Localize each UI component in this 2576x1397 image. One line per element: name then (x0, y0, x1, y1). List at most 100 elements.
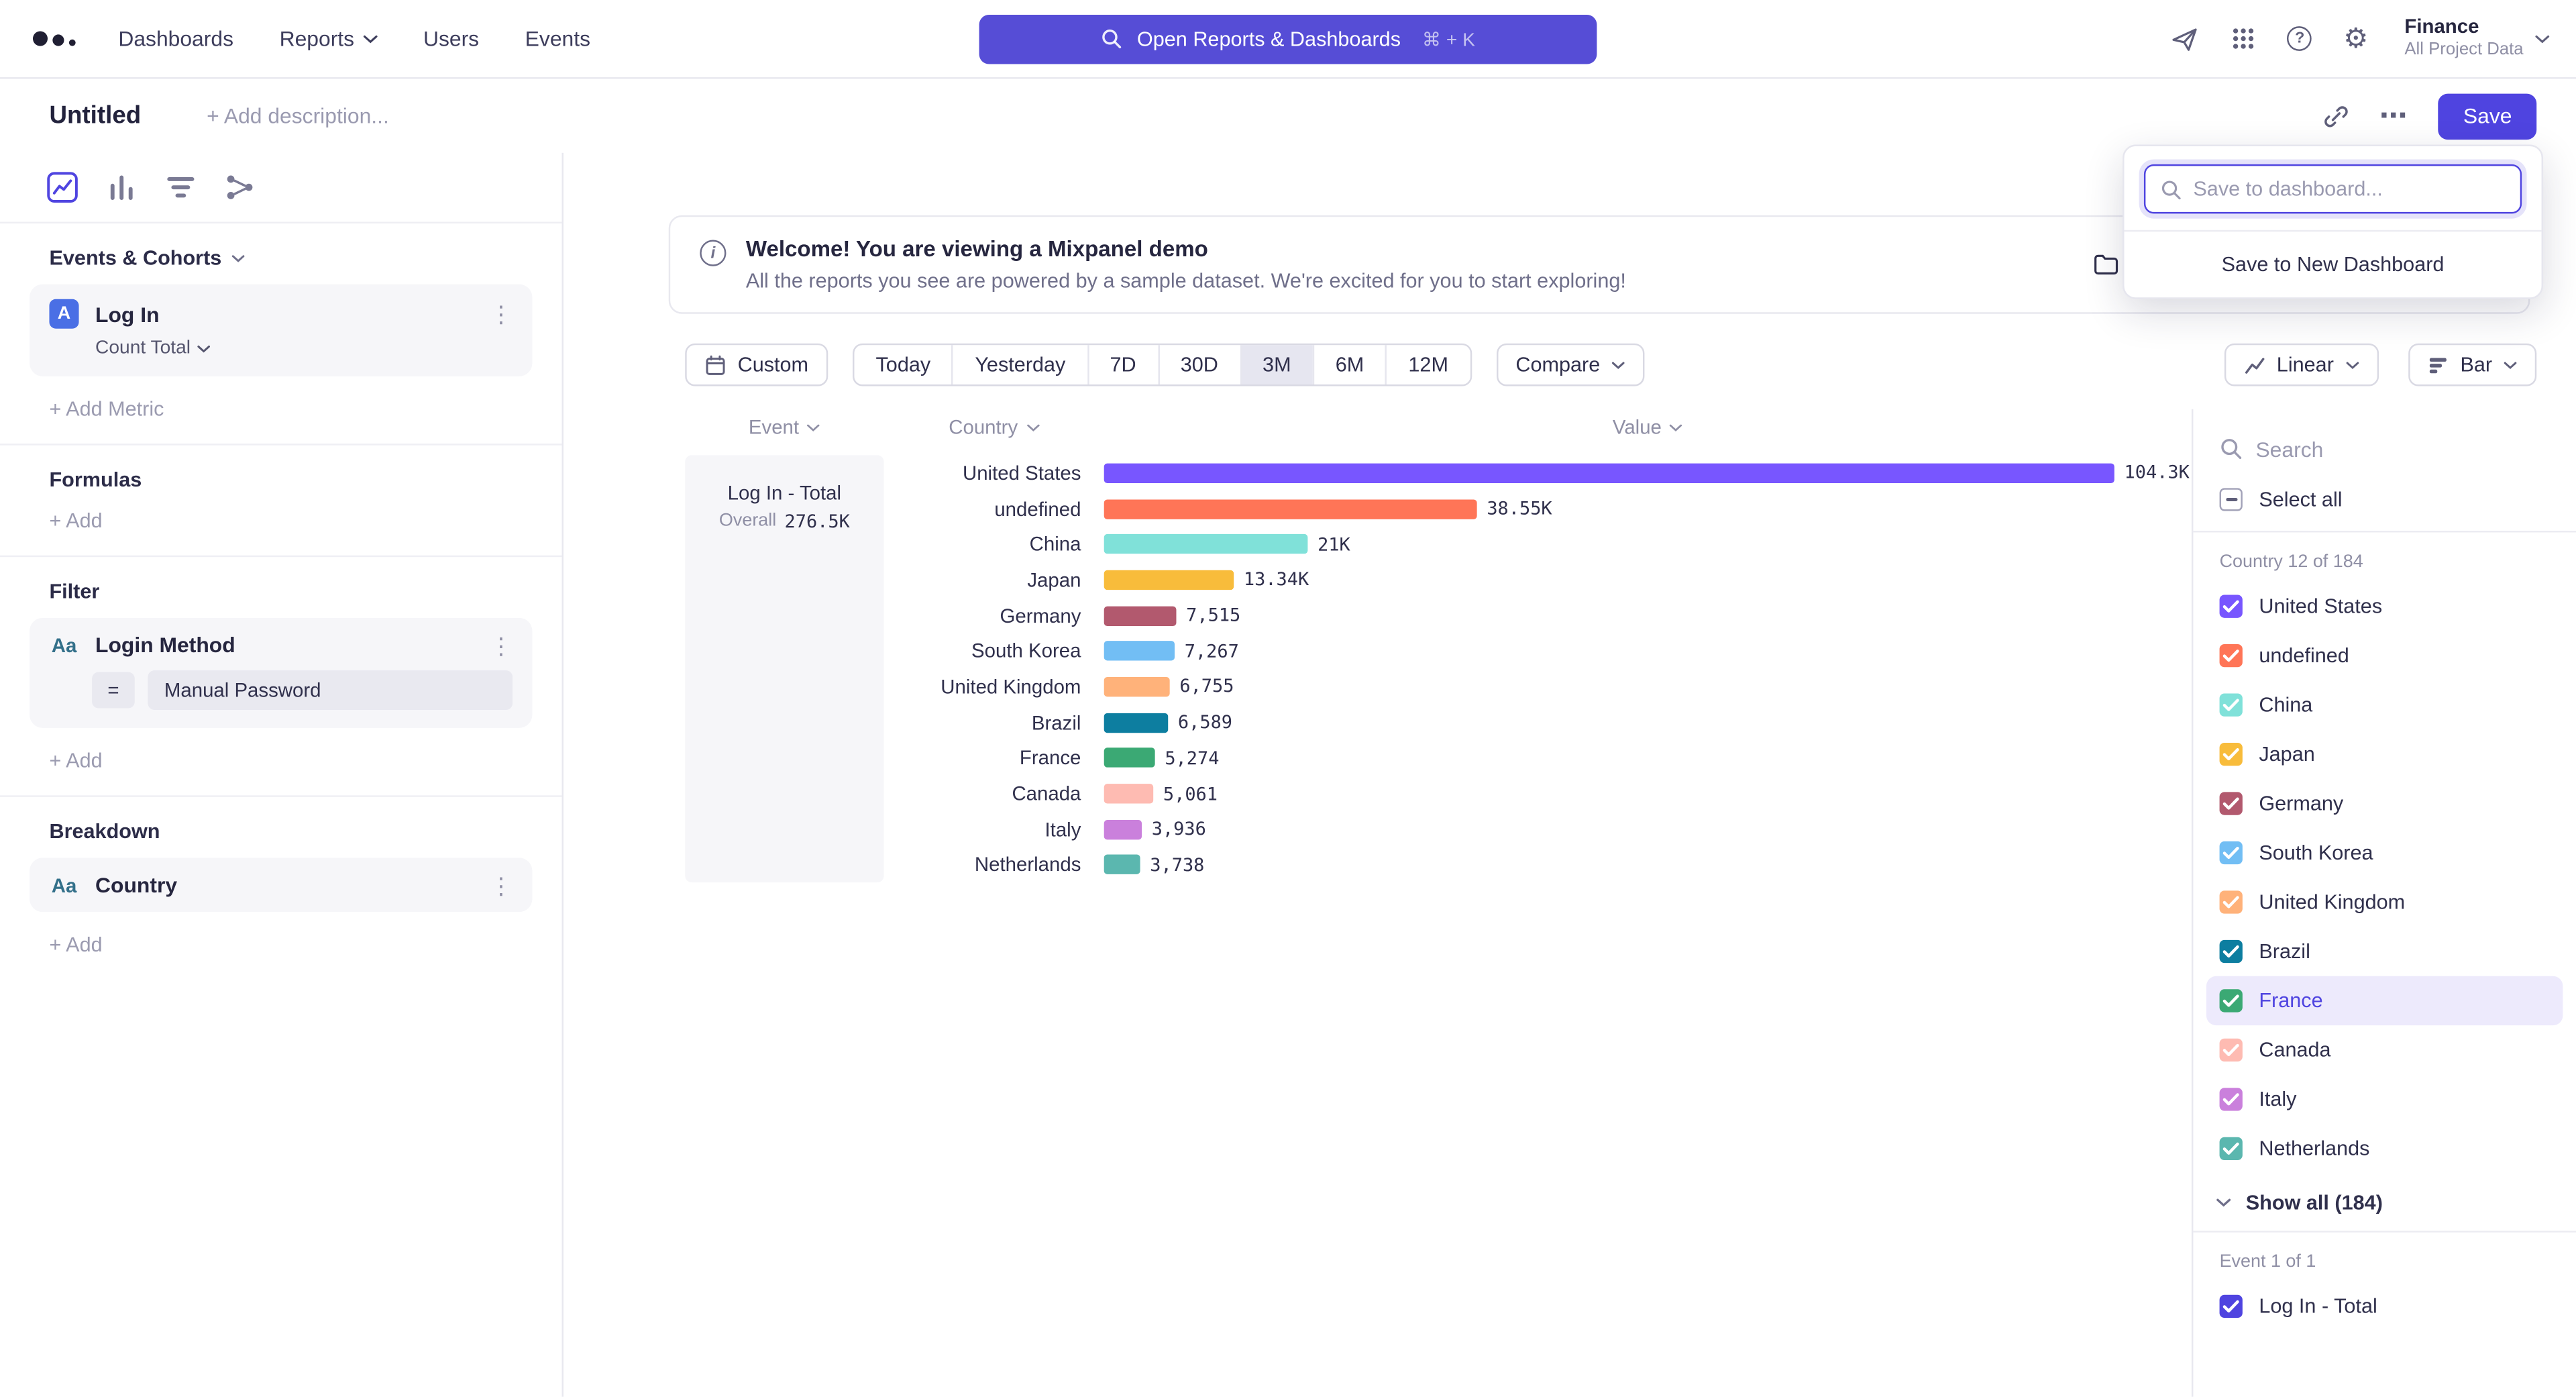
checked-checkbox[interactable] (2220, 1295, 2243, 1318)
scale-selector-button[interactable]: Linear (2224, 344, 2378, 386)
settings-gear-icon[interactable]: ⚙ (2343, 25, 2368, 53)
metric-card[interactable]: A Log In ⋮ Count Total (30, 284, 532, 376)
chevron-down-icon (2535, 34, 2550, 44)
kebab-menu-icon[interactable]: ⋮ (490, 303, 513, 325)
nav-events[interactable]: Events (525, 26, 590, 51)
bar-brazil[interactable] (1104, 713, 1169, 732)
legend-item-france[interactable]: France (2206, 976, 2563, 1025)
value-column-header[interactable]: Value (1104, 416, 2192, 439)
bar-germany[interactable] (1104, 606, 1177, 625)
more-options-icon[interactable]: ⋯ (2379, 99, 2409, 132)
country-column-header[interactable]: Country (884, 416, 1104, 439)
legend-item-canada[interactable]: Canada (2206, 1025, 2563, 1074)
chart-type-selector-button[interactable]: Bar (2408, 344, 2536, 386)
time-option-7d[interactable]: 7D (1087, 345, 1157, 384)
apps-grid-icon[interactable] (2232, 26, 2257, 51)
bar-zone: 5,061 (1104, 783, 2192, 805)
add-breakdown-button[interactable]: + Add (49, 933, 102, 956)
checked-checkbox[interactable] (2220, 743, 2243, 766)
value-header-label: Value (1613, 416, 1662, 439)
checked-checkbox[interactable] (2220, 792, 2243, 815)
legend-item-japan[interactable]: Japan (2206, 729, 2563, 778)
events-heading[interactable]: Events & Cohorts (49, 246, 513, 269)
legend-item-undefined[interactable]: undefined (2206, 631, 2563, 680)
legend-item-united-states[interactable]: United States (2206, 582, 2563, 631)
copy-link-icon[interactable] (2324, 103, 2350, 129)
mixpanel-logo-icon[interactable] (33, 32, 76, 46)
bar-netherlands[interactable] (1104, 855, 1140, 874)
event-column-header[interactable]: Event (685, 416, 883, 439)
save-to-new-dashboard-option[interactable]: Save to New Dashboard (2125, 231, 2542, 297)
global-search-button[interactable]: Open Reports & Dashboards ⌘ + K (979, 14, 1597, 63)
legend-item-brazil[interactable]: Brazil (2206, 927, 2563, 976)
checked-checkbox[interactable] (2220, 644, 2243, 667)
bar-canada[interactable] (1104, 784, 1153, 803)
checked-checkbox[interactable] (2220, 693, 2243, 716)
bar-chart-tab[interactable] (105, 171, 138, 204)
breakdown-card[interactable]: Aa Country ⋮ (30, 858, 532, 912)
indeterminate-checkbox[interactable] (2220, 488, 2243, 511)
time-option-6m[interactable]: 6M (1312, 345, 1385, 384)
kebab-menu-icon[interactable]: ⋮ (490, 874, 513, 896)
checked-checkbox[interactable] (2220, 841, 2243, 864)
checked-checkbox[interactable] (2220, 595, 2243, 618)
bar-undefined[interactable] (1104, 499, 1477, 518)
save-dashboard-input[interactable] (2193, 177, 2505, 200)
legend-item-netherlands[interactable]: Netherlands (2206, 1124, 2563, 1173)
select-all-row[interactable]: Select all (2193, 478, 2576, 531)
time-option-12m[interactable]: 12M (1385, 345, 1470, 384)
save-button[interactable]: Save (2438, 93, 2536, 139)
legend-item-germany[interactable]: Germany (2206, 779, 2563, 828)
bar-south-korea[interactable] (1104, 641, 1175, 661)
legend-item-china[interactable]: China (2206, 680, 2563, 729)
filter-value-chip[interactable]: Manual Password (148, 670, 513, 710)
checked-checkbox[interactable] (2220, 890, 2243, 913)
insights-chart-tab[interactable] (46, 171, 79, 204)
kebab-menu-icon[interactable]: ⋮ (490, 633, 513, 656)
bar-united-states[interactable] (1104, 463, 2114, 482)
legend-item-south-korea[interactable]: South Korea (2206, 828, 2563, 877)
breakdown-property-name[interactable]: Country (95, 872, 473, 897)
help-icon[interactable]: ? (2288, 26, 2312, 51)
checked-checkbox[interactable] (2220, 989, 2243, 1012)
checked-checkbox[interactable] (2220, 940, 2243, 963)
time-option-30d[interactable]: 30D (1157, 345, 1239, 384)
bar-japan[interactable] (1104, 570, 1234, 590)
time-range-segmented-control: TodayYesterday7D30D3M6M12M (853, 344, 1471, 386)
checked-checkbox[interactable] (2220, 1039, 2243, 1062)
add-metric-button[interactable]: + Add Metric (49, 398, 164, 421)
report-title[interactable]: Untitled (49, 102, 141, 130)
event-name[interactable]: Log In (95, 301, 473, 326)
bar-china[interactable] (1104, 534, 1308, 554)
share-feedback-icon[interactable] (2171, 24, 2200, 54)
aggregation-selector[interactable]: Count Total (95, 338, 513, 358)
custom-date-range-button[interactable]: Custom (685, 344, 828, 386)
add-description[interactable]: + Add description... (207, 103, 389, 128)
filter-card[interactable]: Aa Login Method ⋮ = Manual Password (30, 618, 532, 728)
flows-chart-tab[interactable] (223, 171, 256, 204)
legend-item-united-kingdom[interactable]: United Kingdom (2206, 878, 2563, 927)
checked-checkbox[interactable] (2220, 1088, 2243, 1110)
show-all-button[interactable]: Show all (184) (2193, 1174, 2576, 1231)
filter-operator-chip[interactable]: = (92, 672, 135, 709)
checked-checkbox[interactable] (2220, 1137, 2243, 1160)
legend-item-log-in-total[interactable]: Log In - Total (2206, 1282, 2563, 1331)
funnel-chart-tab[interactable] (164, 171, 197, 204)
bar-united-kingdom[interactable] (1104, 677, 1170, 696)
time-option-today[interactable]: Today (855, 345, 952, 384)
filter-property-name[interactable]: Login Method (95, 633, 473, 658)
nav-dashboards[interactable]: Dashboards (118, 26, 233, 51)
project-selector[interactable]: Finance All Project Data (2404, 15, 2549, 62)
legend-item-italy[interactable]: Italy (2206, 1075, 2563, 1124)
country-label: China (884, 533, 1104, 556)
add-filter-button[interactable]: + Add (49, 749, 102, 772)
nav-reports[interactable]: Reports (280, 26, 378, 51)
bar-italy[interactable] (1104, 819, 1142, 839)
time-option-3m[interactable]: 3M (1240, 345, 1313, 384)
bar-france[interactable] (1104, 748, 1155, 768)
legend-search-input[interactable] (2255, 436, 2549, 461)
compare-button[interactable]: Compare (1496, 344, 1644, 386)
add-formula-button[interactable]: + Add (49, 509, 102, 532)
nav-users[interactable]: Users (423, 26, 479, 51)
time-option-yesterday[interactable]: Yesterday (952, 345, 1087, 384)
